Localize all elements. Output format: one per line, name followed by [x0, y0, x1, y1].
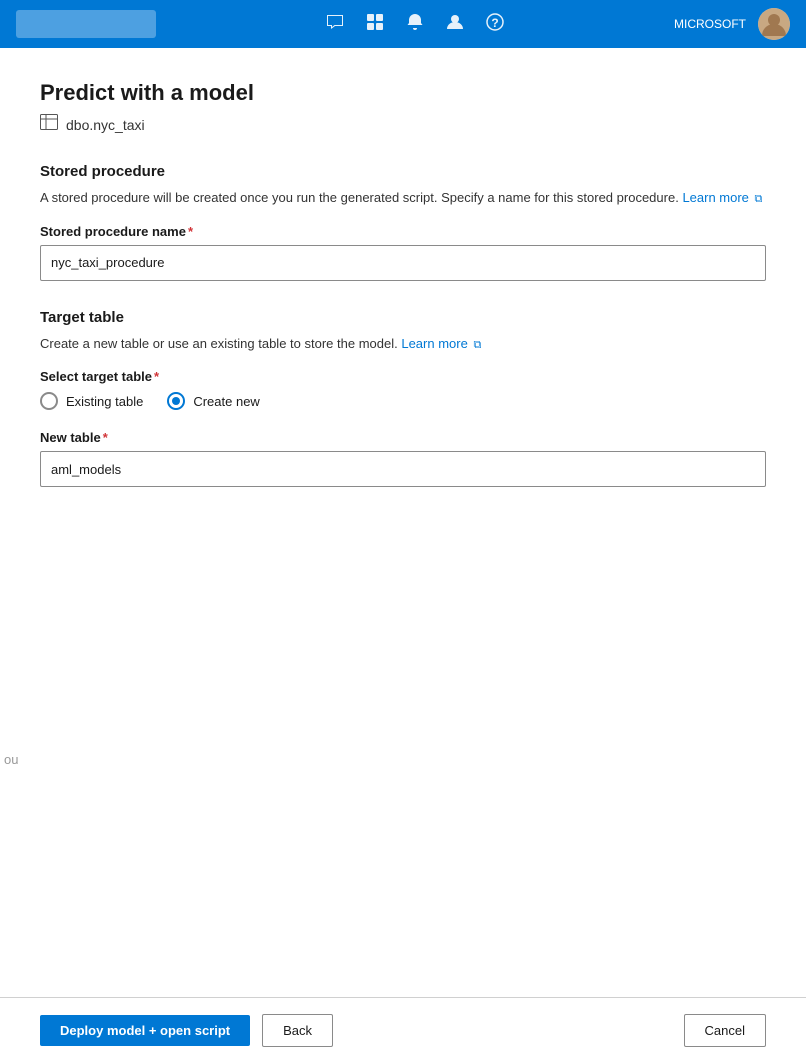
target-table-learn-more-link[interactable]: Learn more ⧉	[401, 336, 481, 351]
radio-existing-table[interactable]: Existing table	[40, 392, 143, 410]
nav-icons-group: ?	[325, 12, 505, 37]
stored-procedure-learn-more-link[interactable]: Learn more ⧉	[682, 190, 762, 205]
footer-left: Deploy model + open script Back	[40, 1014, 333, 1047]
stored-procedure-name-input[interactable]	[40, 245, 766, 281]
stored-procedure-section: Stored procedure A stored procedure will…	[40, 163, 766, 281]
content-area: Predict with a model dbo.nyc_taxi Stored…	[0, 48, 806, 997]
username-label: MICROSOFT	[674, 17, 746, 31]
svg-text:?: ?	[491, 16, 498, 30]
required-marker: *	[188, 224, 193, 239]
deploy-model-button[interactable]: Deploy model + open script	[40, 1015, 250, 1046]
radio-existing-table-label: Existing table	[66, 394, 143, 409]
table-source-row: dbo.nyc_taxi	[40, 114, 766, 135]
external-link-icon-2: ⧉	[473, 337, 481, 354]
nav-right: MICROSOFT	[674, 8, 790, 40]
table-source-name: dbo.nyc_taxi	[66, 117, 145, 133]
target-table-description: Create a new table or use an existing ta…	[40, 334, 766, 354]
footer: Deploy model + open script Back Cancel	[0, 997, 806, 1063]
top-navigation: ? MICROSOFT	[0, 0, 806, 48]
external-link-icon: ⧉	[755, 191, 763, 208]
person-icon[interactable]	[445, 12, 465, 37]
stored-procedure-description: A stored procedure will be created once …	[40, 188, 766, 208]
bell-icon[interactable]	[405, 12, 425, 37]
back-button[interactable]: Back	[262, 1014, 333, 1047]
page-title: Predict with a model	[40, 80, 766, 106]
select-target-table-label: Select target table*	[40, 369, 766, 384]
help-icon[interactable]: ?	[485, 12, 505, 37]
new-table-label: New table*	[40, 430, 766, 445]
radio-create-new[interactable]: Create new	[167, 392, 259, 410]
new-table-input[interactable]	[40, 451, 766, 487]
nav-left	[16, 10, 156, 38]
radio-create-new-label: Create new	[193, 394, 259, 409]
stored-procedure-title: Stored procedure	[40, 163, 766, 180]
radio-existing-table-indicator[interactable]	[40, 392, 58, 410]
stored-procedure-name-label: Stored procedure name*	[40, 224, 766, 239]
comment-icon[interactable]	[325, 12, 345, 37]
main-container: Predict with a model dbo.nyc_taxi Stored…	[0, 48, 806, 1063]
target-table-section: Target table Create a new table or use a…	[40, 309, 766, 488]
cancel-button[interactable]: Cancel	[684, 1014, 766, 1047]
avatar[interactable]	[758, 8, 790, 40]
radio-create-new-indicator[interactable]	[167, 392, 185, 410]
table-icon[interactable]	[365, 12, 385, 37]
radio-group-target-table: Existing table Create new	[40, 392, 766, 410]
nav-brand-logo[interactable]	[16, 10, 156, 38]
table-source-icon	[40, 114, 58, 135]
sidebar-hint: ou	[0, 748, 22, 771]
target-table-title: Target table	[40, 309, 766, 326]
